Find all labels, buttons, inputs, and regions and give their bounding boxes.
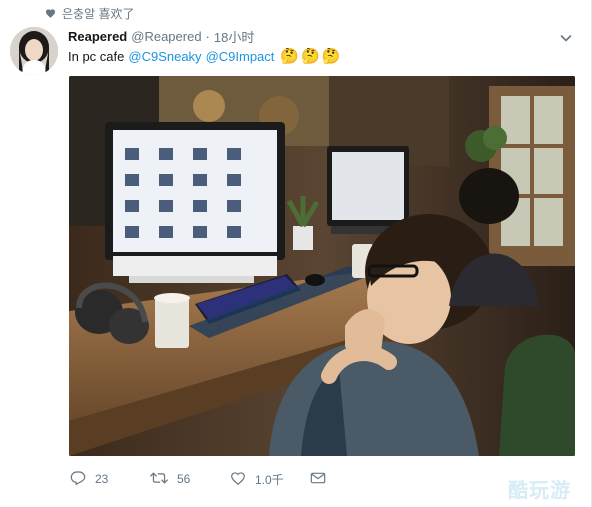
thinking-emoji: 🤔	[280, 48, 300, 65]
author-username[interactable]: @Reapered	[131, 29, 201, 44]
tweet-photo[interactable]	[69, 76, 575, 456]
reply-icon	[70, 470, 86, 489]
heart-outline-icon	[230, 470, 246, 489]
chevron-down-icon[interactable]	[560, 31, 572, 43]
like-count: 1.0千	[255, 472, 284, 487]
direct-message-button[interactable]	[310, 471, 330, 488]
heart-icon	[44, 7, 56, 19]
retweet-icon	[150, 470, 168, 489]
social-context: 은충알 喜欢了	[44, 6, 135, 21]
retweet-count: 56	[177, 472, 191, 486]
like-button[interactable]: 1.0千	[230, 470, 310, 489]
thinking-emoji: 🤔	[321, 48, 341, 65]
tweet-actions: 23 56 1.0千	[70, 469, 330, 489]
site-watermark: 酷玩游	[508, 480, 571, 502]
reply-button[interactable]: 23	[70, 470, 150, 489]
avatar[interactable]	[10, 27, 58, 75]
retweet-button[interactable]: 56	[150, 470, 230, 489]
reply-count: 23	[95, 472, 109, 486]
author-fullname[interactable]: Reapered	[68, 29, 127, 44]
mention-link[interactable]: @C9Impact	[206, 49, 275, 64]
social-context-text: 은충알 喜欢了	[62, 6, 135, 21]
tweet-header: Reapered @Reapered · 18小时	[68, 27, 254, 45]
tweet-text: In pc cafe @C9Sneaky @C9Impact 🤔 🤔 🤔	[68, 46, 340, 66]
tweet-body-text: In pc cafe	[68, 48, 125, 64]
mention-link[interactable]: @C9Sneaky	[128, 49, 201, 64]
thinking-emoji: 🤔	[301, 48, 320, 65]
envelope-icon	[310, 471, 326, 488]
header-separator: ·	[205, 28, 210, 44]
tweet-timestamp[interactable]: 18小时	[214, 27, 254, 46]
